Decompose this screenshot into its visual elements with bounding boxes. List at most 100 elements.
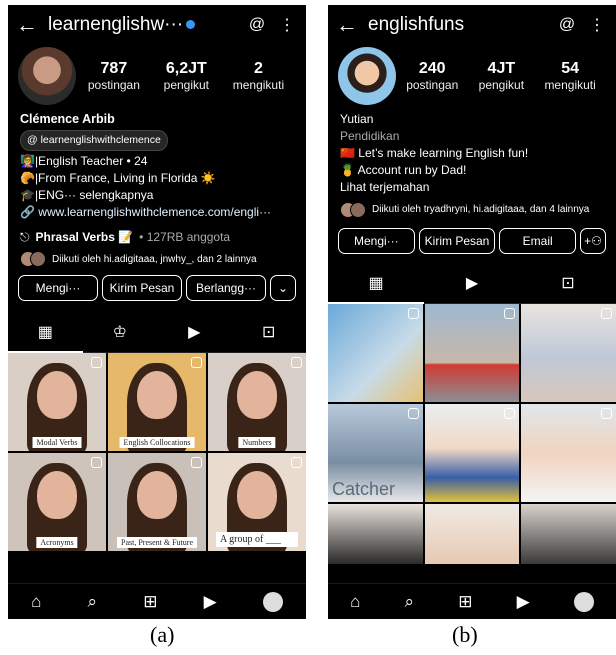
profile-tabs: ▦ ▶ ⊡ [328,266,616,304]
search-icon[interactable]: ⌕ [88,592,98,612]
profile-avatar-icon[interactable] [573,591,594,612]
following-button[interactable]: Mengi··· [18,275,98,301]
grid-post[interactable] [521,404,616,502]
create-icon[interactable]: ⊞ [458,592,472,612]
tab-subscriptions[interactable]: ♔ [82,315,157,353]
grid-post[interactable] [328,504,423,564]
more-menu-icon[interactable]: ⋮ [586,15,608,35]
back-arrow-icon[interactable]: ← [16,12,40,38]
reel-icon [407,408,419,419]
avatar [350,202,366,218]
avatar[interactable] [338,47,396,105]
reel-icon [407,308,419,319]
grid-post[interactable]: A group of ___ [208,453,306,551]
grid-post[interactable]: Acronyms [8,453,106,551]
profile-stats: 787 postingan 6,2JT pengikut 2 mengikuti [76,60,296,92]
profile-header: 787 postingan 6,2JT pengikut 2 mengikuti [8,45,306,107]
grid-post[interactable] [521,304,616,402]
reel-icon [91,457,102,468]
reel-icon [191,357,202,368]
grid-post[interactable]: English Collocations [108,353,206,451]
bottom-nav: ⌂ ⌕ ⊞ ▶ [328,583,616,619]
post-grid: Catcher [328,304,616,502]
profile-category: Pendidikan [340,129,400,143]
grid-post[interactable]: Past, Present & Future [108,453,206,551]
avatar [30,251,46,267]
grid-post[interactable]: Numbers [208,353,306,451]
bio-line: 🥐|From France, Living in Florida ☀️ [20,171,216,185]
panel-label-a: (a) [150,622,175,647]
home-icon[interactable]: ⌂ [350,592,360,612]
grid-post[interactable] [424,304,520,402]
grid-post[interactable] [521,504,616,564]
stat-followers[interactable]: 4JT pengikut [479,60,524,92]
bio: Clémence Arbib @ learnenglishwithclemenc… [8,107,306,221]
followed-by[interactable]: Diikuti oleh tryadhryni, hi.adigitaaa, d… [328,196,616,222]
grid-post[interactable] [424,404,520,502]
grid-post[interactable] [424,504,520,564]
reels-icon[interactable]: ▶ [204,592,217,612]
bio-line: 🇨🇳 Let’s make learning English fun! [340,146,529,160]
create-icon[interactable]: ⊞ [143,592,157,612]
suggest-dropdown-button[interactable]: ⌄ [270,275,296,301]
topbar: ← learnenglishw··· @ ⋮ [8,5,306,45]
phone-a: ← learnenglishw··· @ ⋮ 787 postingan 6,2J… [8,5,306,619]
reel-icon [504,408,516,419]
add-user-button[interactable]: +⚇ [580,228,607,254]
stat-posts[interactable]: 240 postingan [406,60,458,92]
broadcast-channel[interactable]: ⎋ Phrasal Verbs 📝 • 127RB anggota [8,221,306,247]
tab-tagged[interactable]: ⊡ [520,266,616,304]
home-icon[interactable]: ⌂ [31,592,41,612]
stat-following[interactable]: 54 mengikuti [544,60,595,92]
panel-label-b: (b) [452,622,478,647]
reel-icon [291,357,302,368]
post-grid: Modal Verbs English Collocations Numbers… [8,353,306,551]
search-icon[interactable]: ⌕ [405,592,415,612]
topbar: ← englishfuns @ ⋮ [328,5,616,45]
profile-tabs: ▦ ♔ ▶ ⊡ [8,315,306,353]
message-button[interactable]: Kirim Pesan [102,275,182,301]
reel-icon [600,408,612,419]
phone-b: ← englishfuns @ ⋮ 240 postingan 4JT pengik… [328,5,616,619]
stat-followers[interactable]: 6,2JT pengikut [164,60,209,92]
threads-icon[interactable]: @ [246,16,268,34]
back-arrow-icon[interactable]: ← [336,12,360,38]
bio: Yutian Pendidikan 🇨🇳 Let’s make learning… [328,107,616,196]
channel-icon: ⎋ [20,229,30,244]
link-icon: 🔗 [20,205,35,219]
following-button[interactable]: Mengi··· [338,228,415,254]
tab-tagged[interactable]: ⊡ [231,315,306,353]
bio-link[interactable]: 🔗 www.learnenglishwithclemence.com/engli… [20,204,294,221]
catcher-text: Catcher [332,479,396,499]
threads-handle-chip[interactable]: @ learnenglishwithclemence [20,130,168,151]
verified-badge-icon [186,20,196,30]
message-button[interactable]: Kirim Pesan [418,228,496,254]
profile-stats: 240 postingan 4JT pengikut 54 mengikuti [396,60,606,92]
grid-post[interactable] [328,304,423,402]
tab-reels[interactable]: ▶ [157,315,232,353]
tab-reels[interactable]: ▶ [424,266,520,304]
grid-post[interactable]: Catcher [328,404,423,502]
profile-name: Clémence Arbib [20,112,115,126]
bio-line-more[interactable]: 🎓|ENG··· selengkapnya [20,187,294,204]
profile-avatar-icon[interactable] [262,591,283,612]
threads-icon[interactable]: @ [556,16,578,34]
stat-following[interactable]: 2 mengikuti [233,60,284,92]
tab-grid[interactable]: ▦ [328,266,424,304]
subscribe-button[interactable]: Berlangg··· [186,275,266,301]
post-grid-row [328,504,616,564]
profile-name: Yutian [340,112,374,126]
stat-posts[interactable]: 787 postingan [88,60,140,92]
more-menu-icon[interactable]: ⋮ [276,15,298,35]
bottom-nav: ⌂ ⌕ ⊞ ▶ [8,583,306,619]
reels-icon[interactable]: ▶ [517,592,530,612]
reel-icon [91,357,102,368]
reel-icon [191,457,202,468]
tab-grid[interactable]: ▦ [8,315,83,353]
grid-post[interactable]: Modal Verbs [8,353,106,451]
email-button[interactable]: Email [499,228,577,254]
see-translation-link[interactable]: Lihat terjemahan [340,179,604,196]
reel-icon [600,308,612,319]
avatar[interactable] [18,47,76,105]
followed-by[interactable]: Diikuti oleh hi.adigitaaa, jnwhy_, dan 2… [8,247,306,271]
